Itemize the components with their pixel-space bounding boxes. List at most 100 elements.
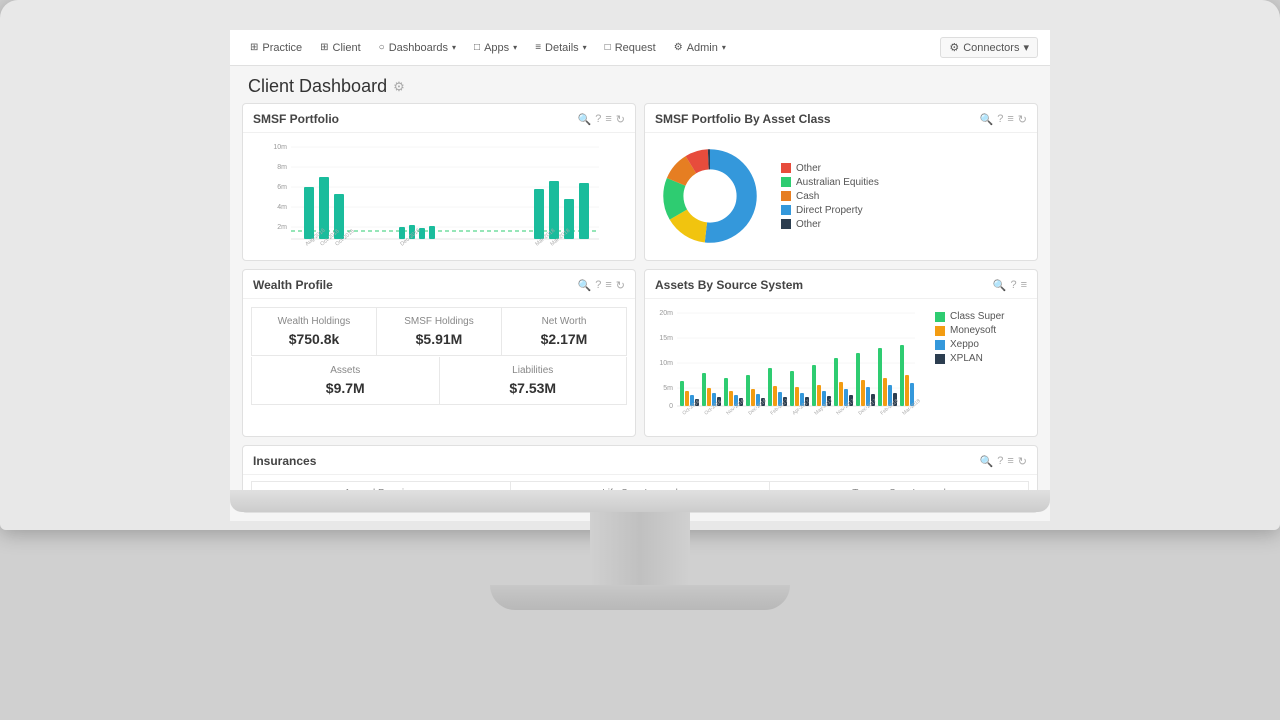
smsf-portfolio-refresh-icon[interactable]: ↻ [616, 113, 625, 126]
net-worth-label: Net Worth [512, 316, 616, 327]
legend-dot-xeppo [935, 340, 945, 350]
connectors-label: Connectors [963, 42, 1019, 54]
smsf-portfolio-body: 10m 8m 6m 4m 2m [243, 133, 635, 260]
legend-label-xplan: XPLAN [950, 353, 983, 364]
monitor-stand-neck [590, 512, 690, 592]
widget-asset-class: SMSF Portfolio By Asset Class 🔍 ? ≡ ↻ [644, 103, 1038, 261]
wealth-holdings-cell: Wealth Holdings $750.8k [252, 308, 376, 355]
svg-text:10m: 10m [659, 360, 673, 367]
legend-dot-aus-eq [781, 177, 791, 187]
assets-source-body: 20m 15m 10m 5m 0 [645, 299, 1037, 436]
assets-label: Assets [262, 365, 429, 376]
apps-icon: □ [474, 42, 480, 53]
details-icon: ≡ [535, 42, 541, 53]
net-worth-value: $2.17M [512, 331, 616, 347]
navbar: ⊞ Practice ⊞ Client ○ Dashboards ▾ □ App… [230, 30, 1050, 66]
legend-class-super: Class Super [935, 311, 1004, 322]
insurances-info-icon[interactable]: ? [997, 455, 1003, 467]
legend-cash: Cash [781, 191, 879, 202]
insurances-actions: 🔍 ? ≡ ↻ [980, 455, 1027, 468]
nav-item-dashboards[interactable]: ○ Dashboards ▾ [371, 38, 464, 58]
nav-label-dashboards: Dashboards [389, 42, 448, 54]
nav-item-client[interactable]: ⊞ Client [312, 38, 369, 58]
legend-xeppo: Xeppo [935, 339, 1004, 350]
widget-assets-source: Assets By Source System 🔍 ? ≡ 20m 15m 10… [644, 269, 1038, 437]
asset-class-zoom-icon[interactable]: 🔍 [980, 113, 994, 126]
legend-dot-other2 [781, 219, 791, 229]
assets-source-actions: 🔍 ? ≡ [993, 279, 1027, 292]
svg-text:4m: 4m [277, 204, 287, 211]
widget-smsf-portfolio: SMSF Portfolio 🔍 ? ≡ ↻ 10m 8m 6m [242, 103, 636, 261]
smsf-portfolio-info-icon[interactable]: ? [595, 113, 601, 125]
page-header: Client Dashboard ⚙ [230, 66, 1050, 103]
asset-class-info-icon[interactable]: ? [997, 113, 1003, 125]
svg-text:6m: 6m [277, 184, 287, 191]
widget-wealth-profile: Wealth Profile 🔍 ? ≡ ↻ Wealth Holdings $… [242, 269, 636, 437]
svg-text:20m: 20m [659, 310, 673, 317]
dashboards-caret: ▾ [452, 43, 456, 52]
widget-asset-class-header: SMSF Portfolio By Asset Class 🔍 ? ≡ ↻ [645, 104, 1037, 133]
monitor-bottom-bezel [230, 490, 1050, 512]
wealth-body: Wealth Holdings $750.8k SMSF Holdings $5… [243, 299, 635, 413]
assets-source-zoom-icon[interactable]: 🔍 [993, 279, 1007, 292]
connectors-button[interactable]: ⚙ Connectors ▾ [940, 37, 1038, 58]
legend-label-aus-eq: Australian Equities [796, 177, 879, 188]
dashboard-grid: SMSF Portfolio 🔍 ? ≡ ↻ 10m 8m 6m [230, 103, 1050, 521]
nav-item-details[interactable]: ≡ Details ▾ [527, 38, 594, 58]
nav-item-admin[interactable]: ⚙ Admin ▾ [666, 38, 734, 58]
assets-source-list-icon[interactable]: ≡ [1021, 279, 1027, 291]
admin-caret: ▾ [722, 43, 726, 52]
wealth-grid-bottom: Assets $9.7M Liabilities $7.53M [251, 357, 627, 405]
connectors-caret: ▾ [1023, 41, 1029, 54]
nav-label-details: Details [545, 42, 579, 54]
nav-item-apps[interactable]: □ Apps ▾ [466, 38, 525, 58]
wealth-info-icon[interactable]: ? [595, 279, 601, 291]
apps-caret: ▾ [513, 43, 517, 52]
nav-item-practice[interactable]: ⊞ Practice [242, 38, 310, 58]
wealth-list-icon[interactable]: ≡ [605, 279, 611, 291]
smsf-portfolio-actions: 🔍 ? ≡ ↻ [578, 113, 625, 126]
asset-class-list-icon[interactable]: ≡ [1007, 113, 1013, 125]
svg-text:15m: 15m [659, 335, 673, 342]
smsf-portfolio-zoom-icon[interactable]: 🔍 [578, 113, 592, 126]
legend-label-xeppo: Xeppo [950, 339, 979, 350]
smsf-portfolio-title: SMSF Portfolio [253, 112, 339, 126]
nav-right: ⚙ Connectors ▾ [940, 37, 1038, 58]
smsf-holdings-value: $5.91M [387, 331, 491, 347]
connectors-gear-icon: ⚙ [949, 41, 959, 54]
legend-other2: Other [781, 219, 879, 230]
widget-smsf-portfolio-header: SMSF Portfolio 🔍 ? ≡ ↻ [243, 104, 635, 133]
liabilities-value: $7.53M [450, 380, 617, 396]
asset-class-refresh-icon[interactable]: ↻ [1018, 113, 1027, 126]
insurances-refresh-icon[interactable]: ↻ [1018, 455, 1027, 468]
assets-value: $9.7M [262, 380, 429, 396]
insurances-list-icon[interactable]: ≡ [1007, 455, 1013, 467]
legend-label-other2: Other [796, 219, 821, 230]
wealth-zoom-icon[interactable]: 🔍 [578, 279, 592, 292]
wealth-refresh-icon[interactable]: ↻ [616, 279, 625, 292]
svg-text:10m: 10m [273, 144, 287, 151]
net-worth-cell: Net Worth $2.17M [502, 308, 626, 355]
dashboards-icon: ○ [379, 42, 385, 53]
insurances-zoom-icon[interactable]: 🔍 [980, 455, 994, 468]
wealth-grid-top: Wealth Holdings $750.8k SMSF Holdings $5… [251, 307, 627, 356]
legend-aus-eq: Australian Equities [781, 177, 879, 188]
nav-label-client: Client [333, 42, 361, 54]
smsf-holdings-label: SMSF Holdings [387, 316, 491, 327]
assets-source-info-icon[interactable]: ? [1010, 279, 1016, 291]
nav-left: ⊞ Practice ⊞ Client ○ Dashboards ▾ □ App… [242, 38, 734, 58]
asset-class-actions: 🔍 ? ≡ ↻ [980, 113, 1027, 126]
admin-icon: ⚙ [674, 42, 683, 53]
wealth-holdings-label: Wealth Holdings [262, 316, 366, 327]
nav-item-request[interactable]: □ Request [597, 38, 664, 58]
wealth-title: Wealth Profile [253, 278, 333, 292]
legend-dot-xplan [935, 354, 945, 364]
legend-label-cash: Cash [796, 191, 819, 202]
page-settings-icon[interactable]: ⚙ [393, 79, 405, 95]
smsf-portfolio-chart: 10m 8m 6m 4m 2m [251, 139, 627, 249]
page-title: Client Dashboard [248, 76, 387, 97]
legend-dot-other1 [781, 163, 791, 173]
smsf-portfolio-list-icon[interactable]: ≡ [605, 113, 611, 125]
asset-class-legend: Other Australian Equities Cash Dire [781, 163, 879, 230]
svg-text:0: 0 [669, 403, 673, 410]
